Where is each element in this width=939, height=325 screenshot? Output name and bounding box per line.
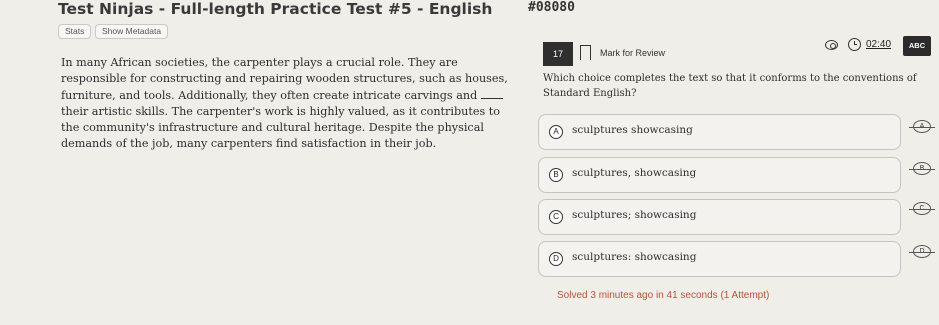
choice-b[interactable]: B sculptures, showcasing: [538, 157, 901, 193]
choice-letter: D: [549, 252, 563, 266]
choice-letter: A: [549, 125, 563, 139]
show-metadata-button[interactable]: Show Metadata: [95, 24, 169, 39]
question-number: 17: [543, 42, 573, 66]
choice-text: sculptures showcasing: [572, 124, 693, 136]
passage-blank: [480, 97, 503, 99]
strike-choice-c-button[interactable]: C: [909, 202, 935, 215]
passage-text: In many African societies, the carpenter…: [61, 55, 519, 153]
choice-a[interactable]: A sculptures showcasing: [538, 114, 901, 150]
choice-letter: B: [549, 168, 563, 182]
stats-button[interactable]: Stats: [58, 24, 92, 39]
choice-text: sculptures; showcasing: [572, 209, 697, 221]
choice-letter: C: [549, 210, 563, 224]
abc-strikethrough-toggle[interactable]: ABC: [903, 36, 931, 56]
choice-d[interactable]: D sculptures: showcasing: [538, 241, 901, 277]
choice-c[interactable]: C sculptures; showcasing: [538, 199, 901, 235]
strike-choice-d-button[interactable]: D: [909, 245, 935, 258]
eye-icon[interactable]: [825, 40, 838, 50]
clock-icon: [848, 38, 861, 51]
passage-after-blank: their artistic skills. The carpenter's w…: [61, 104, 500, 151]
choice-text: sculptures: showcasing: [572, 251, 697, 263]
question-code: #08080: [528, 0, 575, 15]
choice-text: sculptures, showcasing: [572, 167, 697, 179]
passage-before-blank: In many African societies, the carpenter…: [61, 56, 508, 102]
question-stem: Which choice completes the text so that …: [543, 73, 917, 99]
strike-choice-a-button[interactable]: A: [909, 120, 935, 133]
bookmark-icon[interactable]: [579, 45, 591, 61]
timer[interactable]: 02:40: [866, 39, 891, 50]
strike-choice-b-button[interactable]: B: [909, 162, 935, 175]
page-title: Test Ninjas - Full-length Practice Test …: [58, 0, 493, 18]
solved-status: Solved 3 minutes ago in 41 seconds (1 At…: [557, 290, 770, 301]
mark-for-review-button[interactable]: Mark for Review: [600, 48, 665, 58]
